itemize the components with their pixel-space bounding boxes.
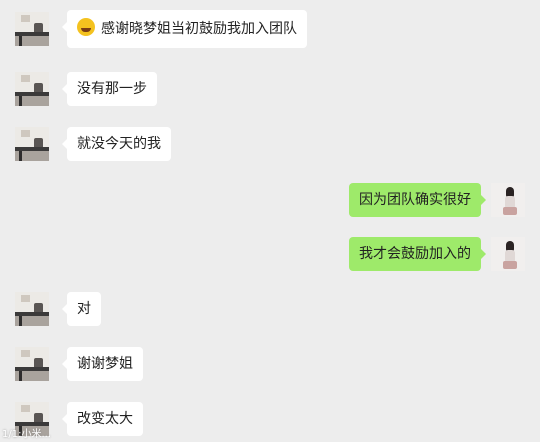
contact-avatar[interactable] bbox=[15, 347, 49, 381]
message-text: 就没今天的我 bbox=[77, 136, 161, 152]
contact-avatar[interactable] bbox=[15, 72, 49, 106]
message-row: 我才会鼓励加入的 bbox=[0, 237, 540, 271]
contact-avatar[interactable] bbox=[15, 12, 49, 46]
chat-area: 感谢晓梦姐当初鼓励我加入团队 没有那一步 就没今天的我 因为团队确实很好 我才会… bbox=[0, 0, 540, 442]
message-row: 因为团队确实很好 bbox=[0, 183, 540, 217]
message-text: 对 bbox=[77, 301, 91, 317]
contact-avatar[interactable] bbox=[15, 292, 49, 326]
message-row: 就没今天的我 bbox=[0, 127, 540, 161]
message-text: 感谢晓梦姐当初鼓励我加入团队 bbox=[101, 21, 297, 37]
message-bubble[interactable]: 感谢晓梦姐当初鼓励我加入团队 bbox=[62, 10, 307, 48]
my-avatar[interactable] bbox=[491, 237, 525, 271]
contact-avatar[interactable] bbox=[15, 127, 49, 161]
message-bubble[interactable]: 谢谢梦姐 bbox=[62, 347, 143, 381]
message-text: 改变太大 bbox=[77, 411, 133, 427]
message-bubble[interactable]: 因为团队确实很好 bbox=[349, 183, 486, 217]
message-text: 谢谢梦姐 bbox=[77, 356, 133, 372]
message-bubble[interactable]: 改变太大 bbox=[62, 402, 143, 436]
message-text: 没有那一步 bbox=[77, 81, 147, 97]
message-bubble[interactable]: 对 bbox=[62, 292, 101, 326]
message-row: 谢谢梦姐 bbox=[0, 347, 540, 381]
message-row: 感谢晓梦姐当初鼓励我加入团队 bbox=[0, 10, 540, 48]
message-bubble[interactable]: 就没今天的我 bbox=[62, 127, 171, 161]
message-row: 对 bbox=[0, 292, 540, 326]
message-row: 改变太大 bbox=[0, 402, 540, 436]
message-bubble[interactable]: 没有那一步 bbox=[62, 72, 157, 106]
message-row: 没有那一步 bbox=[0, 72, 540, 106]
my-avatar[interactable] bbox=[491, 183, 525, 217]
message-text: 我才会鼓励加入的 bbox=[359, 246, 471, 262]
message-bubble[interactable]: 我才会鼓励加入的 bbox=[349, 237, 486, 271]
laughing-tears-icon bbox=[77, 18, 95, 36]
message-text: 因为团队确实很好 bbox=[359, 192, 471, 208]
watermark: 1/1:小米... bbox=[2, 429, 51, 440]
